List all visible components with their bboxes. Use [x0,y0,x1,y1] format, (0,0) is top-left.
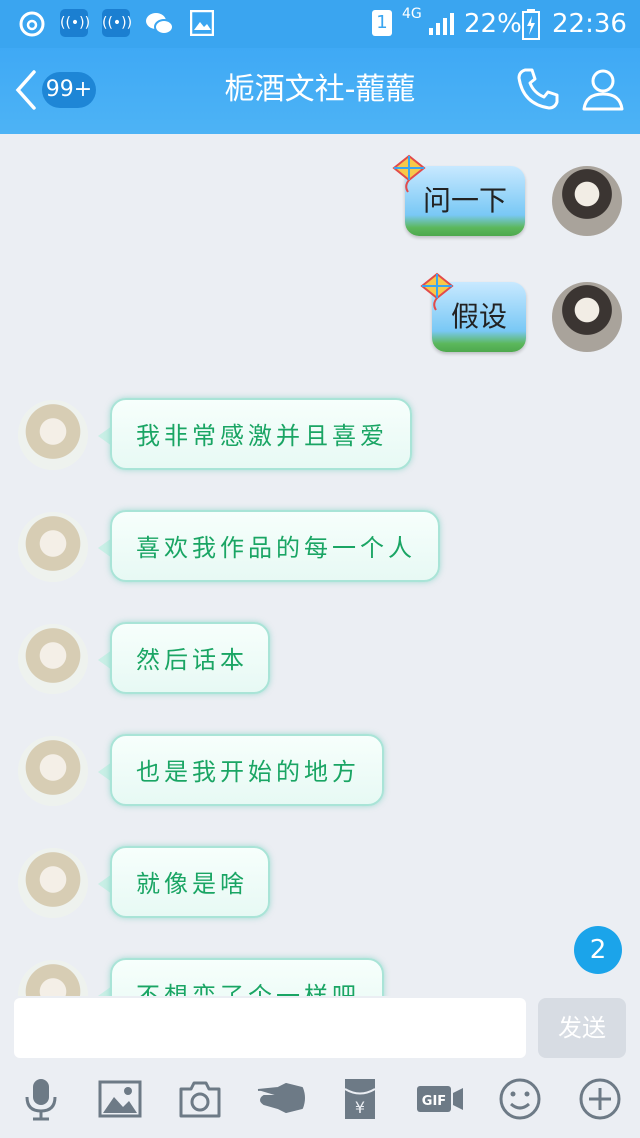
unread-messages-badge[interactable]: 99+ [42,72,96,108]
contact-avatar[interactable] [18,624,88,694]
message-input[interactable] [14,998,526,1058]
wechat-icon [146,13,174,35]
message-list[interactable]: 问一下 假设 我非常感激并且喜爱 喜欢我作品的每一个人 然后话本 也是我开始的地… [0,134,640,996]
battery-percent: 22% [464,9,522,39]
chat-title: 栀酒文社-蘢蘢 [224,72,416,107]
message-bubble-incoming[interactable]: 然后话本 [110,622,270,694]
profile-icon[interactable] [580,66,626,112]
status-bar: ((•)) ((•)) 1 4G 22% 22:36 [0,0,640,48]
gallery-icon [190,10,214,36]
battery-icon [522,9,540,40]
svg-text:GIF: GIF [422,1094,446,1109]
message-bubble-incoming[interactable]: 就像是啥 [110,846,270,918]
kite-icon [392,154,426,193]
contact-avatar[interactable] [18,400,88,470]
message-bubble-incoming[interactable]: 我非常感激并且喜爱 [110,398,412,470]
plus-icon[interactable] [577,1076,623,1122]
signal-icon [429,13,454,35]
image-icon[interactable] [97,1076,143,1122]
my-avatar[interactable] [552,166,622,236]
hotspot-icon-2: ((•)) [102,9,132,37]
message-bubble-incoming[interactable]: 不想变了个一样吧 [110,958,384,996]
send-button[interactable]: 发送 [538,998,626,1058]
sim-badge: 1 [372,10,392,36]
svg-text:¥: ¥ [355,1098,365,1117]
my-avatar[interactable] [552,282,622,352]
hotspot-icon: ((•)) [60,9,90,37]
contact-avatar[interactable] [18,512,88,582]
clock: 22:36 [552,9,627,39]
camera-icon[interactable] [177,1076,223,1122]
contact-avatar[interactable] [18,960,88,996]
message-bubble-incoming[interactable]: 也是我开始的地方 [110,734,384,806]
input-bar: 发送 ¥ GIF [0,996,640,1138]
emoji-icon[interactable] [497,1076,543,1122]
gif-icon[interactable]: GIF [415,1076,465,1122]
contact-avatar[interactable] [18,848,88,918]
contact-avatar[interactable] [18,736,88,806]
back-arrow-icon[interactable] [12,68,40,112]
chat-header: 99+ 栀酒文社-蘢蘢 [0,48,640,134]
poke-icon[interactable] [256,1076,308,1122]
voice-icon[interactable] [18,1076,64,1122]
red-packet-icon[interactable]: ¥ [337,1076,383,1122]
new-messages-badge[interactable]: 2 [574,926,622,974]
message-bubble-incoming[interactable]: 喜欢我作品的每一个人 [110,510,440,582]
netease-music-icon [19,11,45,37]
kite-icon [420,272,454,311]
network-type: 4G [402,6,422,22]
phone-icon[interactable] [515,66,561,112]
